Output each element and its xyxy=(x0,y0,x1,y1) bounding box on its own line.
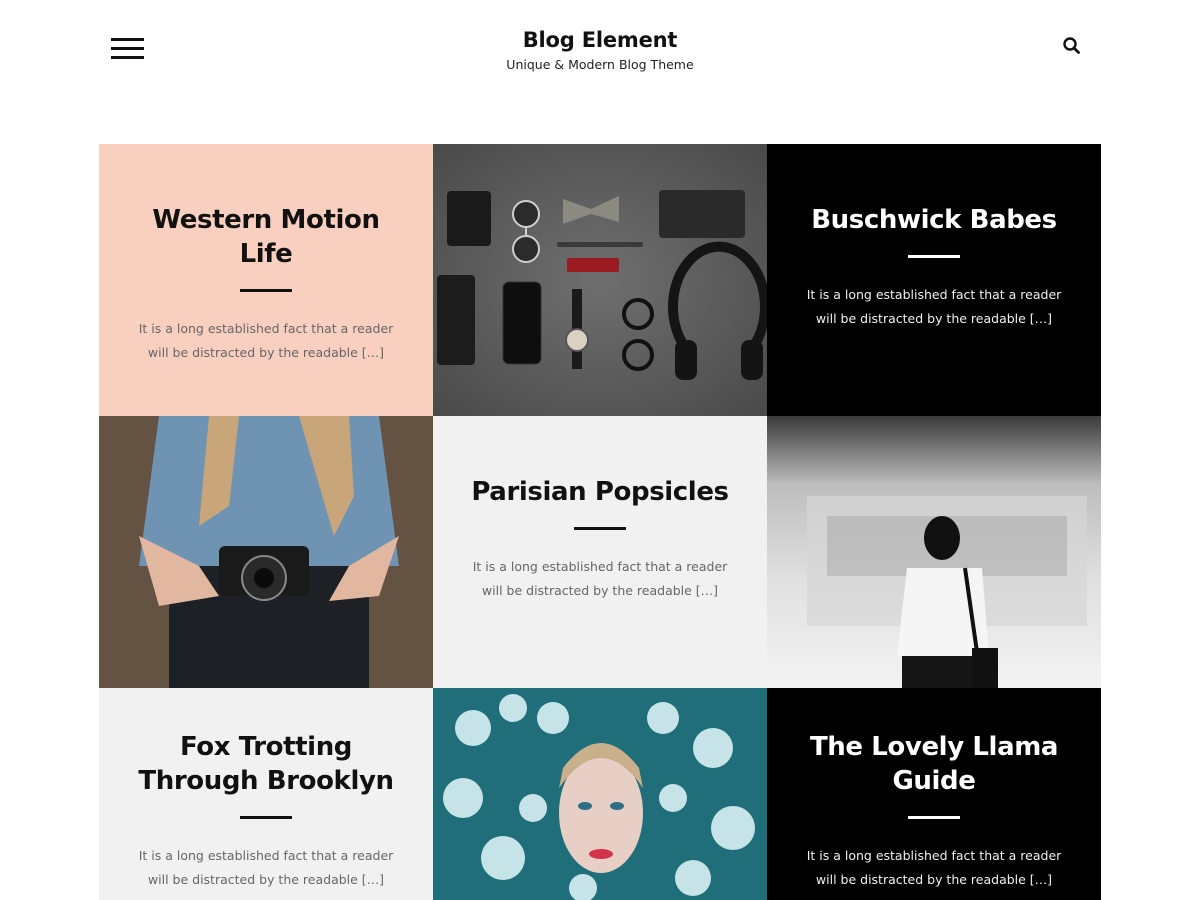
title-divider xyxy=(908,816,960,819)
post-excerpt: It is a long established fact that a rea… xyxy=(806,848,1062,887)
post-card-fox-trotting-through-brooklyn[interactable]: Fox Trotting Through Brooklyn It is a lo… xyxy=(99,688,433,900)
post-card-western-motion-life[interactable]: Western Motion Life It is a long establi… xyxy=(99,144,433,416)
title-divider xyxy=(240,289,292,292)
title-divider xyxy=(908,255,960,258)
site-tagline: Unique & Modern Blog Theme xyxy=(506,57,694,72)
site-header: Blog Element Unique & Modern Blog Theme xyxy=(0,0,1200,144)
post-excerpt: It is a long established fact that a rea… xyxy=(806,287,1062,326)
post-card-buschwick-babes[interactable]: Buschwick Babes It is a long established… xyxy=(767,144,1101,416)
site-branding: Blog Element Unique & Modern Blog Theme xyxy=(0,26,1200,73)
post-excerpt: It is a long established fact that a rea… xyxy=(138,321,394,360)
post-title[interactable]: Buschwick Babes xyxy=(795,203,1073,237)
post-card-the-lovely-llama-guide[interactable]: The Lovely Llama Guide It is a long esta… xyxy=(767,688,1101,900)
post-image-woman-with-camera[interactable] xyxy=(99,416,433,688)
post-title[interactable]: The Lovely Llama Guide xyxy=(795,730,1073,798)
site-title[interactable]: Blog Element xyxy=(0,26,1200,54)
post-excerpt: It is a long established fact that a rea… xyxy=(472,559,728,598)
post-title[interactable]: Parisian Popsicles xyxy=(461,475,739,509)
post-grid: Western Motion Life It is a long establi… xyxy=(99,144,1101,900)
post-card-parisian-popsicles[interactable]: Parisian Popsicles It is a long establis… xyxy=(433,416,767,688)
post-excerpt: It is a long established fact that a rea… xyxy=(138,848,394,887)
post-title[interactable]: Western Motion Life xyxy=(127,203,405,271)
post-image-flatlay-accessories[interactable] xyxy=(433,144,767,416)
post-image-woman-at-train[interactable] xyxy=(767,416,1101,688)
post-title[interactable]: Fox Trotting Through Brooklyn xyxy=(127,730,405,798)
post-image-woman-in-flowers[interactable] xyxy=(433,688,767,900)
title-divider xyxy=(240,816,292,819)
title-divider xyxy=(574,527,626,530)
search-icon[interactable] xyxy=(1062,36,1082,56)
